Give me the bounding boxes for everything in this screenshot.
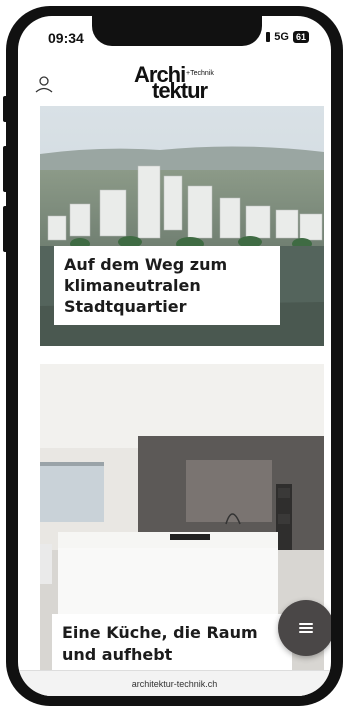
menu-button[interactable] (278, 600, 331, 656)
side-button (3, 96, 9, 122)
browser-url-bar[interactable]: architektur-technik.ch (18, 670, 331, 696)
phone-screen: 09:34 5G 61 Archi tektur +Technik Auf de… (18, 16, 331, 696)
app-header: Archi tektur +Technik (18, 60, 331, 106)
article-card-2[interactable]: Eine Küche, die Raum und aufhebt (40, 364, 324, 696)
article-title[interactable]: Auf dem Weg zum klimaneutralen Stadtquar… (54, 246, 280, 325)
notch (92, 16, 262, 46)
status-indicators: 5G 61 (266, 31, 309, 43)
site-logo[interactable]: Archi tektur +Technik (122, 62, 222, 104)
status-time: 09:34 (48, 30, 84, 46)
network-label: 5G (274, 31, 289, 43)
battery-indicator: 61 (292, 31, 309, 43)
logo-text-technik: +Technik (186, 70, 214, 77)
article-title[interactable]: Eine Küche, die Raum und aufhebt (52, 614, 292, 674)
user-icon[interactable] (34, 74, 54, 94)
volume-down-button (3, 206, 9, 252)
browser-url: architektur-technik.ch (131, 678, 218, 689)
article-card-1[interactable]: Auf dem Weg zum klimaneutralen Stadtquar… (40, 106, 324, 346)
volume-up-button (3, 146, 9, 192)
logo-text-tektur: tektur (152, 78, 208, 103)
hamburger-menu-icon (299, 623, 313, 633)
signal-icon (266, 32, 271, 42)
